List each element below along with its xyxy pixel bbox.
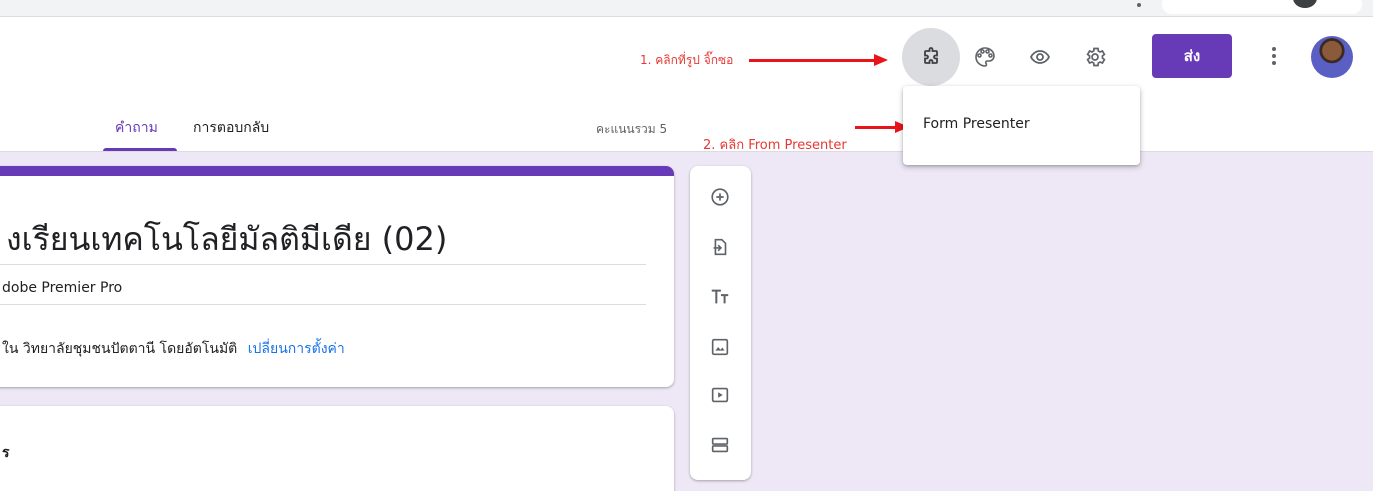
tab-responses[interactable]: การตอบกลับ [193,117,269,139]
add-image-icon[interactable] [703,330,737,364]
change-settings-link[interactable]: เปลี่ยนการตั้งค่า [248,341,345,357]
page: 1. คลิกที่รูป จิ๊กซอ ส่ง คำถาม การตอบกลั… [0,0,1373,491]
form-header: 1. คลิกที่รูป จิ๊กซอ ส่ง คำถาม การตอบกลั… [0,17,1373,153]
puzzle-icon [924,47,938,64]
avatar[interactable] [1311,36,1353,78]
collect-note-text: ใน วิทยาลัยชุมชนปัตตานี โดยอัตโนมัติ [2,341,238,357]
tab-questions[interactable]: คำถาม [115,117,158,139]
add-section-icon[interactable] [703,428,737,462]
title-card-accent [0,166,674,176]
question-card[interactable]: ร [0,406,674,491]
title-card[interactable]: งเรียนเทคโนโลยีมัลติมีเดีย (02) dobe Pre… [0,166,674,387]
annotation-arrow-2 [855,126,897,129]
more-vert-icon[interactable] [1262,38,1286,74]
addons-menu: Form Presenter [903,86,1140,165]
add-video-icon[interactable] [703,378,737,412]
form-title[interactable]: งเรียนเทคโนโลยีมัลติมีเดีย (02) [6,214,447,265]
question-title[interactable]: ร [2,442,10,464]
gear-icon [1086,47,1106,67]
browser-dot [1137,3,1141,7]
annotation-arrowhead-1 [874,54,888,66]
add-title-icon[interactable] [703,280,737,314]
settings-button[interactable] [1075,37,1115,77]
total-points: คะแนนรวม 5 [596,122,668,136]
title-divider [0,264,646,265]
collect-email-note: ใน วิทยาลัยชุมชนปัตตานี โดยอัตโนมัติ เปล… [2,338,345,360]
browser-field[interactable] [1162,0,1362,14]
add-question-icon[interactable] [703,180,737,214]
menu-item-form-presenter[interactable]: Form Presenter [923,116,1030,132]
tab-underline [103,148,177,151]
import-questions-icon[interactable] [703,230,737,264]
form-description[interactable]: dobe Premier Pro [2,280,122,296]
annotation-step1: 1. คลิกที่รูป จิ๊กซอ [640,53,734,67]
annotation-arrow-1 [749,59,874,62]
description-divider [0,304,646,305]
addons-button[interactable] [902,28,960,86]
send-button[interactable]: ส่ง [1152,34,1232,78]
preview-button[interactable] [1020,37,1060,77]
eye-icon [1030,50,1050,64]
floating-toolbar [690,166,751,480]
form-canvas: งเรียนเทคโนโลยีมัลติมีเดีย (02) dobe Pre… [0,152,1373,491]
browser-strip [0,0,1373,17]
theme-button[interactable] [965,37,1005,77]
palette-icon [975,47,995,67]
